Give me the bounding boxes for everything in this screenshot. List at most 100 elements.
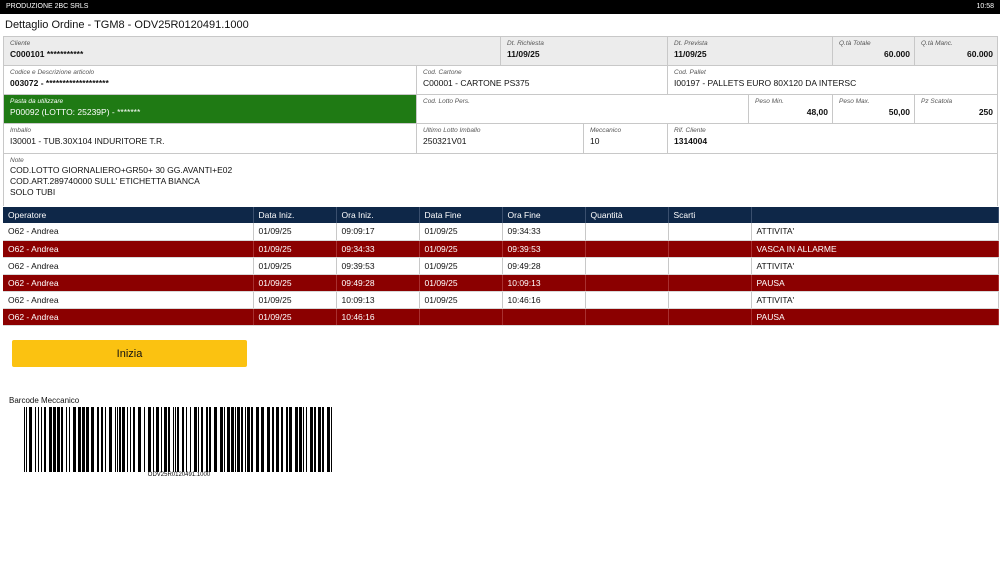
table-cell: 01/09/25	[253, 240, 337, 258]
barcode-bar	[122, 407, 125, 472]
qta-manc-value: 60.000	[967, 49, 993, 59]
barcode-bar	[119, 407, 121, 472]
table-cell: 10:46:16	[502, 291, 586, 309]
barcode-bar	[224, 407, 225, 472]
info-row-4: Imballo I30001 - TUB.30X104 INDURITORE T…	[3, 124, 998, 154]
barcode-bar	[44, 407, 46, 472]
barcode-bar	[78, 407, 81, 472]
table-row[interactable]: O62 - Andrea 01/09/25 10:09:13 01/09/25 10:4…	[3, 291, 999, 309]
table-row[interactable]: O62 - Andrea 01/09/25 10:46:16 PAUSA	[3, 308, 999, 326]
barcode-bar	[101, 407, 103, 472]
info-row-3: Pasta da utilizzare P00092 (LOTTO: 25239…	[3, 95, 998, 124]
info-row-1: Cliente C000101 *********** Dt. Richiest…	[3, 37, 998, 66]
table-row[interactable]: O62 - Andrea 01/09/25 09:34:33 01/09/25 09:3…	[3, 240, 999, 258]
table-cell	[668, 240, 752, 258]
table-cell	[668, 291, 752, 309]
barcode-bar	[237, 407, 240, 472]
barcode-bar	[322, 407, 324, 472]
note-label: Note	[10, 157, 24, 164]
peso-min-value: 48,00	[806, 107, 828, 117]
meccanico-label: Meccanico	[590, 127, 622, 134]
ultimo-lotto-label: Ultimo Lotto Imballo	[423, 127, 481, 134]
table-cell: 09:39:53	[502, 240, 586, 258]
barcode-bar	[61, 407, 63, 472]
barcode-bar	[53, 407, 56, 472]
barcode-bar	[109, 407, 112, 472]
lotto-pers-label: Cod. Lotto Pers.	[423, 98, 470, 105]
table-cell: 01/09/25	[253, 257, 337, 275]
table-cell	[585, 257, 669, 275]
table-cell	[585, 308, 669, 326]
rif-cliente-cell: Rif. Cliente 1314004	[668, 124, 998, 153]
window-titlebar: PRODUZIONE 2BC SRLS 10:58	[0, 0, 1000, 14]
barcode-bar	[186, 407, 187, 472]
table-cell: O62 - Andrea	[3, 308, 254, 326]
imballo-cell: Imballo I30001 - TUB.30X104 INDURITORE T…	[3, 124, 417, 153]
table-cell: 01/09/25	[419, 240, 503, 258]
app-name: PRODUZIONE 2BC SRLS	[6, 3, 89, 10]
barcode-bar	[115, 407, 116, 472]
table-cell: O62 - Andrea	[3, 257, 254, 275]
note-line: SOLO TUBI	[10, 187, 56, 197]
operations-table-body: O62 - Andrea 01/09/25 09:09:17 01/09/25 09:3…	[3, 223, 999, 326]
table-cell: 01/09/25	[419, 223, 503, 241]
dt-prevista-label: Dt. Prevista	[674, 40, 708, 47]
barcode-bar	[86, 407, 89, 472]
dt-richiesta-value: 11/09/25	[507, 49, 540, 59]
table-cell	[419, 308, 503, 326]
table-row[interactable]: O62 - Andrea 01/09/25 09:09:17 01/09/25 09:3…	[3, 223, 999, 241]
meccanico-cell: Meccanico 10	[584, 124, 668, 153]
table-cell: 10:09:13	[502, 274, 586, 292]
table-row[interactable]: O62 - Andrea 01/09/25 09:49:28 01/09/25 10:0…	[3, 274, 999, 292]
barcode-bar	[91, 407, 94, 472]
barcode-bar	[153, 407, 154, 472]
table-row[interactable]: O62 - Andrea 01/09/25 09:39:53 01/09/25 09:4…	[3, 257, 999, 275]
barcode-bar	[38, 407, 39, 472]
table-cell: 01/09/25	[253, 274, 337, 292]
table-cell: 01/09/25	[253, 308, 337, 326]
table-header-row: Operatore Data Iniz. Ora Iniz. Data Fine…	[3, 207, 999, 223]
barcode-bar	[286, 407, 288, 472]
barcode-bar	[177, 407, 179, 472]
ultimo-lotto-value: 250321V01	[423, 136, 467, 146]
table-cell: 09:39:53	[336, 257, 420, 275]
start-button[interactable]: Inizia	[12, 340, 247, 367]
pallet-value: I00197 - PALLETS EURO 80X120 DA INTERSC	[674, 78, 857, 88]
barcode-bar	[130, 407, 131, 472]
barcode-bar	[66, 407, 67, 472]
cliente-value: C000101 ***********	[10, 49, 84, 59]
peso-min-cell: Peso Min. 48,00	[749, 95, 833, 123]
barcode-text: ODV25R0120491.1000	[147, 472, 211, 478]
table-cell: 01/09/25	[253, 291, 337, 309]
barcode-bar	[241, 407, 243, 472]
table-cell: 01/09/25	[253, 223, 337, 241]
order-info-grid: Cliente C000101 *********** Dt. Richiest…	[3, 36, 998, 206]
barcode-bar	[161, 407, 162, 472]
info-row-2: Codice e Descrizione articolo 003072 - *…	[3, 66, 998, 95]
barcode-bar	[231, 407, 234, 472]
barcode-bar	[295, 407, 298, 472]
lotto-pers-cell: Cod. Lotto Pers.	[417, 95, 749, 123]
col-header-stato	[751, 207, 999, 223]
barcode-bar	[138, 407, 141, 472]
table-cell	[585, 240, 669, 258]
barcode-bar	[182, 407, 184, 472]
table-cell: 09:49:28	[502, 257, 586, 275]
articolo-cell: Codice e Descrizione articolo 003072 - *…	[3, 66, 417, 94]
pz-scatola-label: Pz Scatola	[921, 98, 953, 105]
table-cell: 01/09/25	[419, 257, 503, 275]
cliente-label: Cliente	[10, 40, 31, 47]
barcode-bar	[245, 407, 246, 472]
barcode-bar	[133, 407, 135, 472]
cliente-cell: Cliente C000101 ***********	[3, 37, 501, 65]
barcode-bar	[327, 407, 330, 472]
barcode-bar	[281, 407, 283, 472]
barcode-bar	[117, 407, 118, 472]
peso-min-label: Peso Min.	[755, 98, 784, 105]
table-cell: 01/09/25	[419, 291, 503, 309]
barcode-bar	[220, 407, 223, 472]
pallet-label: Cod. Pallet	[674, 69, 706, 76]
table-cell: 01/09/25	[419, 274, 503, 292]
barcode-bar	[35, 407, 36, 472]
barcode-bar	[256, 407, 259, 472]
